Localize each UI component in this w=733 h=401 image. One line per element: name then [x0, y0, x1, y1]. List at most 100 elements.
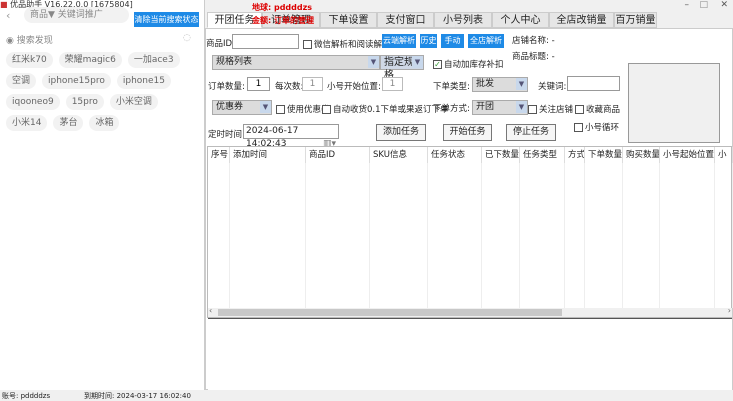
back-icon[interactable]: ‹ [6, 9, 10, 22]
search-tag[interactable]: 15pro [65, 94, 104, 110]
auto-receive-checkbox[interactable]: 自动收货0.1下单或果返订下单 [322, 103, 449, 115]
hide-icon[interactable]: ◌ [183, 33, 191, 43]
app-logo-icon: ■ [0, 0, 8, 9]
column-divider [427, 163, 428, 308]
tab-7[interactable]: 百万销量 [614, 12, 657, 28]
search-tag[interactable]: 冰箱 [89, 115, 120, 131]
tab-5[interactable]: 个人中心 [492, 12, 549, 28]
column-header[interactable]: 序号 [208, 147, 230, 163]
tab-2[interactable]: 下单设置 [320, 12, 377, 28]
per-times-input[interactable] [302, 77, 323, 91]
search-tag[interactable]: iqooneo9 [6, 94, 60, 110]
column-divider [622, 163, 623, 308]
order-type-label: 下单类型: [433, 82, 470, 92]
chevron-down-icon: ▼ [260, 101, 271, 113]
column-header[interactable]: 任务类型 [520, 147, 565, 163]
column-header[interactable]: 已下数量 [482, 147, 520, 163]
column-divider [481, 163, 482, 308]
history-button[interactable]: 历史 [420, 34, 437, 48]
column-header[interactable]: 任务状态 [428, 147, 482, 163]
column-divider [519, 163, 520, 308]
product-id-input[interactable] [232, 34, 299, 49]
auto-stock-checkbox[interactable]: ✓ 自动加库存补扣 [433, 58, 504, 70]
chevron-down-icon: ▼ [412, 56, 423, 68]
fav-product-checkbox[interactable]: 收藏商品 [575, 103, 620, 115]
search-category-dropdown[interactable]: 商品▼ [30, 10, 55, 20]
column-header[interactable]: 商品ID [306, 147, 370, 163]
column-divider [369, 163, 370, 308]
follow-shop-checkbox[interactable]: 关注店铺 [528, 103, 573, 115]
search-tag[interactable]: 红米k70 [6, 52, 53, 68]
search-tag[interactable]: 一加ace3 [127, 52, 180, 68]
scroll-left-icon: ‹ [209, 306, 213, 315]
column-divider [714, 163, 715, 308]
start-pos-label: 小号开始位置: [327, 82, 381, 92]
chevron-down-icon: ▼ [516, 78, 527, 90]
keyword-label: 关键词: [538, 82, 567, 92]
order-mode-label: 下单方式: [433, 104, 470, 114]
cloud-parse-button[interactable]: 云端解析 [382, 34, 416, 48]
product-id-label: 商品ID: [206, 39, 235, 49]
start-task-button[interactable]: 开始任务 [443, 124, 492, 141]
shop-parse-button[interactable]: 全店解析 [468, 34, 504, 48]
search-tag[interactable]: 茅台 [53, 115, 84, 131]
clear-search-button[interactable]: 清除当前搜索状态 [134, 12, 199, 27]
start-pos-input[interactable] [382, 77, 403, 91]
column-divider [659, 163, 660, 308]
timer-label: 定时时间: [208, 130, 245, 140]
loop-account-checkbox[interactable]: 小号循环 [574, 121, 619, 133]
shop-name-label: 店铺名称: - [512, 36, 555, 46]
column-header[interactable]: SKU信息 [370, 147, 428, 163]
search-tag[interactable]: 小米空调 [109, 94, 158, 110]
spec-select[interactable]: 指定规格 ▼ [380, 55, 424, 81]
wechat-parse-checkbox[interactable]: 微信解析和阅读解析 [303, 38, 391, 50]
order-qty-label: 订单数量: [208, 82, 245, 92]
chevron-down-icon: ▼ [516, 101, 527, 113]
discover-title: ◉ 搜索发现 [6, 36, 53, 46]
order-qty-input[interactable] [247, 77, 270, 91]
column-divider [305, 163, 306, 308]
chevron-down-icon: ▼ [368, 56, 379, 68]
discover-icon: ◉ [6, 36, 14, 46]
close-button[interactable]: ✕ [720, 0, 728, 10]
product-title-label: 商品标题: - [512, 52, 555, 62]
column-divider [564, 163, 565, 308]
tab-3[interactable]: 支付窗口 [377, 12, 434, 28]
tag-list: 红米k70 荣耀magic6 一加ace3 空调 iphone15pro iphone15… [6, 52, 201, 131]
search-tag[interactable]: 空调 [6, 73, 37, 89]
column-header[interactable]: 方式 [565, 147, 585, 163]
search-tag[interactable]: 荣耀magic6 [58, 52, 122, 68]
per-times-label: 每次数: [275, 82, 304, 92]
search-tag[interactable]: iphone15pro [42, 73, 111, 89]
task-table [207, 146, 732, 318]
minimize-button[interactable]: – [685, 0, 690, 10]
scroll-right-icon: › [727, 306, 731, 315]
search-tag[interactable]: 小米14 [6, 115, 48, 131]
log-area[interactable] [208, 318, 732, 390]
column-header[interactable]: 小号起始位置 [660, 147, 715, 163]
order-type-select[interactable]: 批发 ▼ [472, 77, 528, 92]
keyword-input[interactable] [567, 76, 620, 91]
timer-datepicker[interactable]: 2024-06-17 14:02:43 ▥▾ [243, 124, 339, 149]
column-header[interactable]: 购买数量 [623, 147, 660, 163]
overlay-text-2: 金额: 订单的管理 [252, 16, 314, 25]
coupon-select[interactable]: 优惠券 ▼ [212, 100, 272, 115]
add-task-button[interactable]: 添加任务 [376, 124, 426, 141]
column-header[interactable]: 小 [715, 147, 733, 163]
column-divider [584, 163, 585, 308]
search-tag[interactable]: iphone15 [116, 73, 171, 89]
tab-4[interactable]: 小号列表 [434, 12, 492, 28]
horizontal-scrollbar[interactable]: ‹ › [208, 306, 732, 317]
stop-task-button[interactable]: 停止任务 [506, 124, 556, 141]
column-header[interactable]: 添加时间 [230, 147, 306, 163]
product-image-box [628, 63, 720, 143]
scrollbar-thumb [218, 309, 562, 316]
manual-button[interactable]: 手动 [441, 34, 464, 48]
column-header[interactable]: 下单数量 [585, 147, 623, 163]
order-mode-select[interactable]: 开团 ▼ [472, 100, 528, 115]
tab-6[interactable]: 全店改销量 [549, 12, 614, 28]
spec-list-select[interactable]: 规格列表 ▼ [212, 55, 380, 70]
maximize-button[interactable]: □ [699, 0, 708, 10]
column-divider [229, 163, 230, 308]
search-input[interactable]: 商品▼ 关键词推广 [24, 7, 129, 23]
